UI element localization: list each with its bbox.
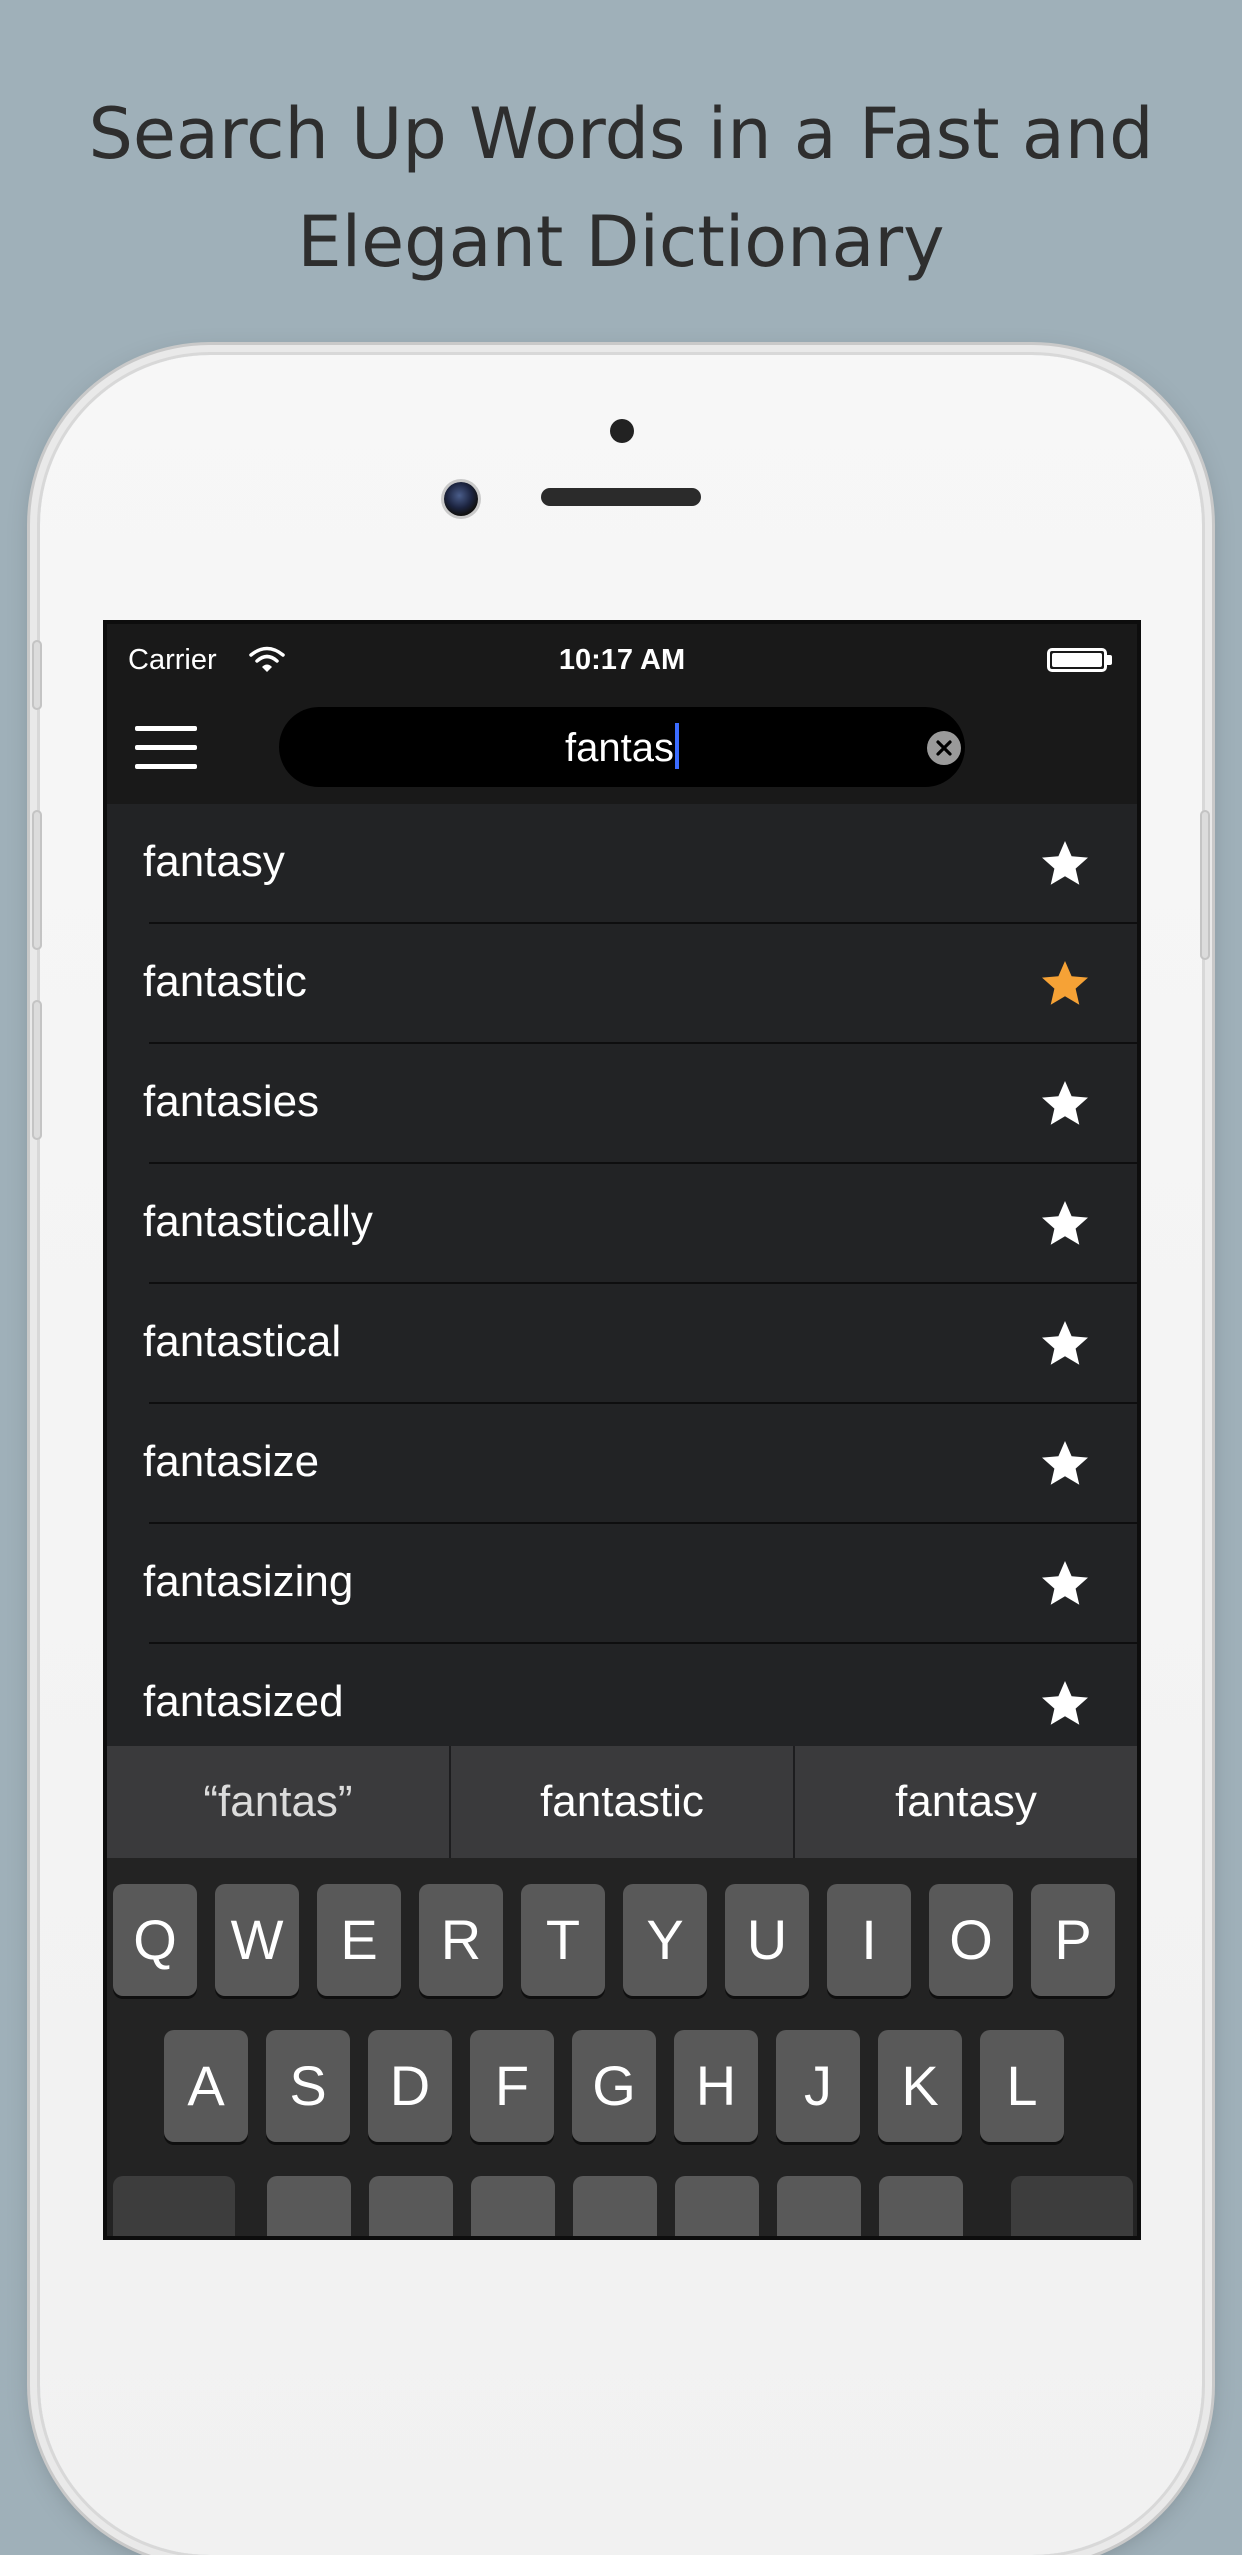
- key-o[interactable]: O: [929, 1884, 1013, 1996]
- favorite-star-icon[interactable]: [1039, 1438, 1091, 1490]
- key-m[interactable]: [879, 2176, 963, 2236]
- front-camera: [444, 482, 478, 516]
- key-g[interactable]: G: [572, 2030, 656, 2142]
- phone-volume-down: [32, 1000, 42, 1140]
- result-word: fantasizing: [143, 1557, 354, 1606]
- battery-icon: [1047, 648, 1107, 672]
- key-j[interactable]: J: [776, 2030, 860, 2142]
- result-word: fantasy: [143, 837, 285, 886]
- key-f[interactable]: F: [470, 2030, 554, 2142]
- clear-search-icon[interactable]: [927, 731, 961, 765]
- result-row[interactable]: fantasizing: [107, 1524, 1137, 1644]
- key-k[interactable]: K: [878, 2030, 962, 2142]
- key-z[interactable]: [267, 2176, 351, 2236]
- result-row[interactable]: fantastic: [107, 924, 1137, 1044]
- search-input[interactable]: fantas: [279, 723, 965, 772]
- marketing-headline: Search Up Words in a Fast and Elegant Di…: [0, 80, 1242, 296]
- suggestion-1[interactable]: “fantas”: [107, 1746, 451, 1858]
- key-l[interactable]: L: [980, 2030, 1064, 2142]
- key-y[interactable]: Y: [623, 1884, 707, 1996]
- backspace-key[interactable]: [1011, 2176, 1133, 2236]
- key-w[interactable]: W: [215, 1884, 299, 1996]
- status-bar: Carrier 10:17 AM: [107, 624, 1137, 698]
- key-n[interactable]: [777, 2176, 861, 2236]
- key-x[interactable]: [369, 2176, 453, 2236]
- key-u[interactable]: U: [725, 1884, 809, 1996]
- suggestion-3[interactable]: fantasy: [795, 1746, 1137, 1858]
- keyboard: QWERTYUIOP ASDFGHJKL: [107, 1858, 1137, 2236]
- headline-line-2: Elegant Dictionary: [297, 201, 945, 283]
- favorite-star-icon[interactable]: [1039, 1678, 1091, 1730]
- earpiece-speaker: [541, 488, 701, 506]
- key-b[interactable]: [675, 2176, 759, 2236]
- result-row[interactable]: fantasize: [107, 1404, 1137, 1524]
- key-a[interactable]: A: [164, 2030, 248, 2142]
- key-i[interactable]: I: [827, 1884, 911, 1996]
- favorite-star-icon[interactable]: [1039, 1558, 1091, 1610]
- search-field[interactable]: fantas: [279, 707, 965, 787]
- clock: 10:17 AM: [558, 644, 686, 676]
- suggestion-2[interactable]: fantastic: [451, 1746, 795, 1858]
- result-word: fantastical: [143, 1317, 342, 1366]
- key-c[interactable]: [471, 2176, 555, 2236]
- result-row[interactable]: fantasies: [107, 1044, 1137, 1164]
- result-word: fantasize: [143, 1437, 320, 1486]
- key-p[interactable]: P: [1031, 1884, 1115, 1996]
- key-e[interactable]: E: [317, 1884, 401, 1996]
- phone-power-button: [1200, 810, 1210, 960]
- phone-mute-switch: [32, 640, 42, 710]
- search-input-value: fantas: [565, 726, 674, 770]
- key-q[interactable]: Q: [113, 1884, 197, 1996]
- favorite-star-icon[interactable]: [1039, 1198, 1091, 1250]
- predictive-suggestion-bar: “fantas” fantastic fantasy: [107, 1746, 1137, 1858]
- result-word: fantasies: [143, 1077, 320, 1126]
- result-row[interactable]: fantastically: [107, 1164, 1137, 1284]
- phone-volume-up: [32, 810, 42, 950]
- shift-key[interactable]: [113, 2176, 235, 2236]
- key-h[interactable]: H: [674, 2030, 758, 2142]
- favorite-star-icon[interactable]: [1039, 1318, 1091, 1370]
- battery-nub: [1107, 655, 1112, 665]
- key-d[interactable]: D: [368, 2030, 452, 2142]
- favorite-star-filled-icon[interactable]: [1039, 958, 1091, 1010]
- results-list: fantasy fantastic fantasies fantastically fa…: [107, 804, 1137, 1764]
- favorite-star-icon[interactable]: [1039, 838, 1091, 890]
- result-row[interactable]: fantasy: [107, 804, 1137, 924]
- hamburger-menu-icon[interactable]: [135, 726, 197, 774]
- headline-line-1: Search Up Words in a Fast and: [88, 93, 1154, 175]
- text-caret: [674, 723, 679, 769]
- result-word: fantastically: [143, 1197, 373, 1246]
- nav-bar: fantas: [107, 698, 1137, 804]
- result-row[interactable]: fantastical: [107, 1284, 1137, 1404]
- key-v[interactable]: [573, 2176, 657, 2236]
- phone-screen: Carrier 10:17 AM fantas fantasy fantastic…: [103, 620, 1141, 2240]
- result-word: fantasized: [143, 1677, 344, 1726]
- key-t[interactable]: T: [521, 1884, 605, 1996]
- result-word: fantastic: [143, 957, 307, 1006]
- key-s[interactable]: S: [266, 2030, 350, 2142]
- key-r[interactable]: R: [419, 1884, 503, 1996]
- proximity-sensor: [610, 419, 634, 443]
- favorite-star-icon[interactable]: [1039, 1078, 1091, 1130]
